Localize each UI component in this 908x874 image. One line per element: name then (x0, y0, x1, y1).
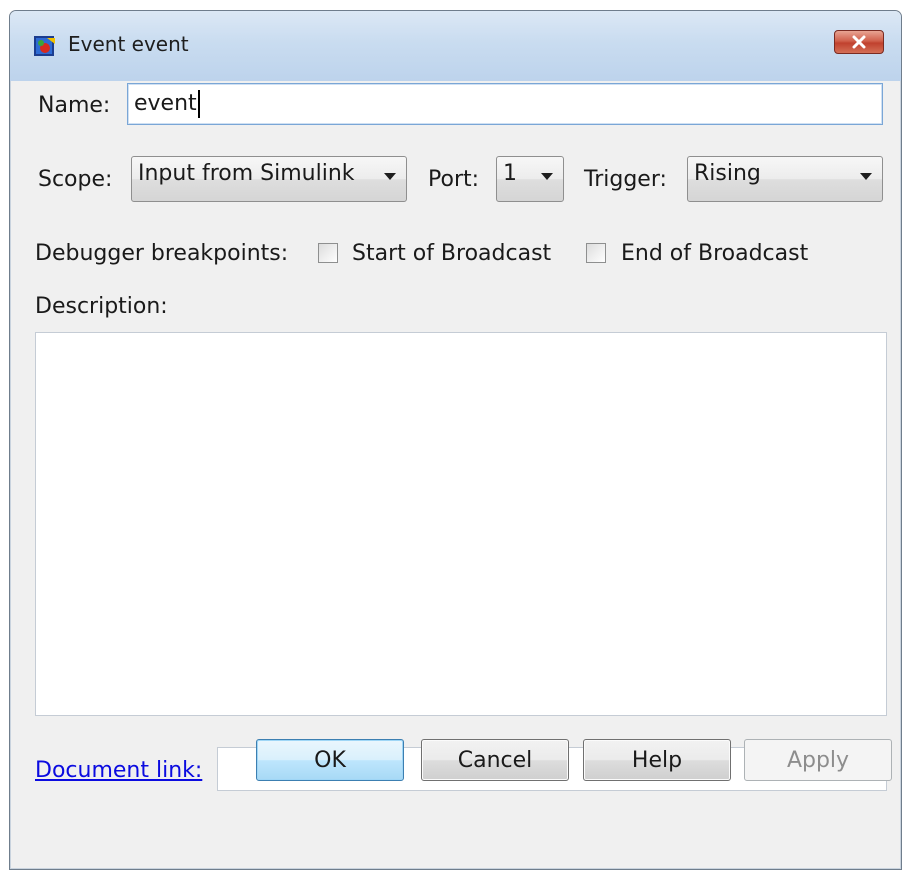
description-textarea[interactable] (35, 332, 887, 716)
apply-button[interactable]: Apply (744, 739, 892, 781)
help-button[interactable]: Help (583, 739, 731, 781)
scope-label: Scope: (38, 167, 113, 192)
port-dropdown[interactable]: 1 (496, 156, 564, 202)
scope-value: Input from Simulink (138, 161, 355, 186)
name-input[interactable]: event (127, 83, 883, 125)
description-label: Description: (35, 294, 168, 319)
debugger-breakpoints-label: Debugger breakpoints: (35, 241, 289, 266)
ok-button[interactable]: OK (256, 739, 404, 781)
name-label: Name: (38, 93, 111, 118)
cancel-button[interactable]: Cancel (421, 739, 569, 781)
trigger-label: Trigger: (584, 167, 667, 192)
end-of-broadcast-checkbox[interactable] (586, 243, 606, 263)
window-title: Event event (68, 32, 189, 56)
start-of-broadcast-checkbox[interactable] (318, 243, 338, 263)
start-of-broadcast-label[interactable]: Start of Broadcast (352, 241, 551, 266)
trigger-value: Rising (694, 161, 761, 186)
document-link[interactable]: Document link: (35, 758, 202, 783)
close-icon (852, 35, 866, 49)
chevron-down-icon (541, 173, 553, 180)
trigger-dropdown[interactable]: Rising (687, 156, 883, 202)
name-value: event (134, 91, 197, 116)
text-cursor (197, 90, 200, 118)
chevron-down-icon (384, 173, 396, 180)
title-bar[interactable]: Event event (10, 11, 901, 81)
port-label: Port: (428, 167, 480, 192)
chevron-down-icon (860, 173, 872, 180)
end-of-broadcast-label[interactable]: End of Broadcast (621, 241, 808, 266)
stateflow-icon (34, 36, 55, 56)
event-dialog: Event event Name: event Scope: Input fro… (9, 10, 902, 870)
close-button[interactable] (834, 30, 884, 54)
port-value: 1 (503, 161, 517, 186)
scope-dropdown[interactable]: Input from Simulink (131, 156, 407, 202)
